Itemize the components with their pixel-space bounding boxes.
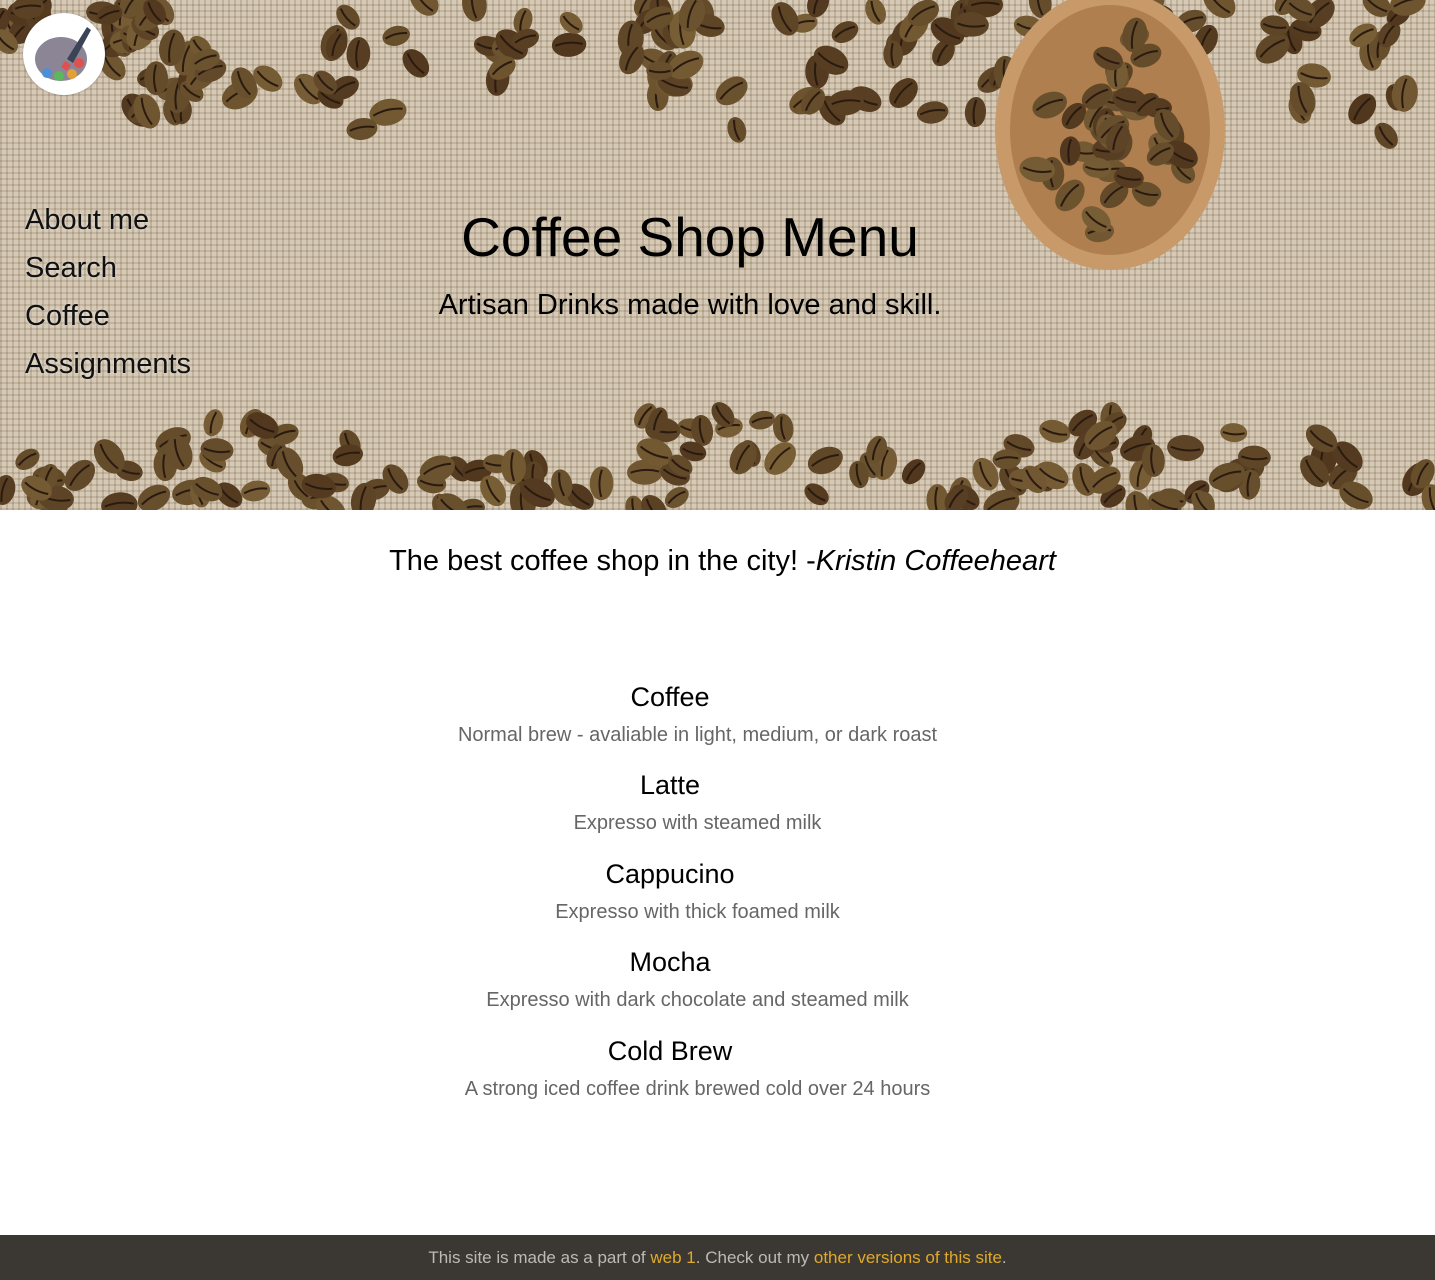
- menu-item-cold-brew: Cold Brew A strong iced coffee drink bre…: [0, 1036, 1435, 1124]
- footer-text-end: .: [1001, 1248, 1007, 1267]
- page-title: Coffee Shop Menu: [461, 206, 919, 268]
- drink-menu: Coffee Normal brew - avaliable in light,…: [0, 682, 1435, 1124]
- menu-item-description: Normal brew - avaliable in light, medium…: [457, 724, 938, 746]
- footer-link-other-versions[interactable]: other versions of this site: [814, 1248, 1002, 1267]
- menu-item-name: Latte: [639, 770, 701, 801]
- menu-item-description: Expresso with thick foamed milk: [555, 900, 840, 923]
- footer-text-middle: . Check out my: [695, 1248, 814, 1267]
- main-nav: About me Search Coffee Assignments: [25, 196, 191, 388]
- coffee-beans-bottom-decoration: [0, 402, 1435, 510]
- menu-item-name: Cold Brew: [607, 1035, 733, 1066]
- menu-item-cappucino: Cappucino Expresso with thick foamed mil…: [0, 859, 1435, 947]
- menu-item-name: Coffee: [630, 682, 710, 712]
- site-logo[interactable]: [23, 13, 105, 95]
- page-subtitle: Artisan Drinks made with love and skill.: [438, 289, 942, 321]
- nav-link-about-me[interactable]: About me: [25, 196, 191, 244]
- nav-link-coffee[interactable]: Coffee: [25, 292, 191, 340]
- menu-item-mocha: Mocha Expresso with dark chocolate and s…: [0, 947, 1435, 1035]
- menu-item-name: Mocha: [629, 947, 711, 978]
- hero-banner: About me Search Coffee Assignments Coffe…: [0, 0, 1435, 510]
- footer-link-web1[interactable]: web 1: [650, 1248, 695, 1267]
- quote-text: The best coffee shop in the city! -: [389, 545, 816, 577]
- wooden-spoon-image: [995, 0, 1225, 270]
- menu-item-latte: Latte Expresso with steamed milk: [0, 770, 1435, 858]
- footer-text-start: This site is made as a part of: [428, 1248, 651, 1267]
- menu-item-description: Expresso with dark chocolate and steamed…: [486, 989, 909, 1012]
- menu-item-description: A strong iced coffee drink brewed cold o…: [464, 1077, 931, 1100]
- nav-link-search[interactable]: Search: [25, 244, 191, 292]
- site-footer: This site is made as a part of web 1. Ch…: [0, 1235, 1435, 1280]
- menu-item-description: Expresso with steamed milk: [573, 812, 822, 835]
- menu-item-name: Cappucino: [605, 858, 735, 889]
- quote-author: Kristin Coffeeheart: [815, 545, 1056, 577]
- menu-item-coffee: Coffee Normal brew - avaliable in light,…: [0, 682, 1435, 770]
- testimonial-quote: The best coffee shop in the city! -Krist…: [0, 545, 1435, 578]
- paint-palette-icon: [35, 27, 91, 81]
- nav-link-assignments[interactable]: Assignments: [25, 340, 191, 388]
